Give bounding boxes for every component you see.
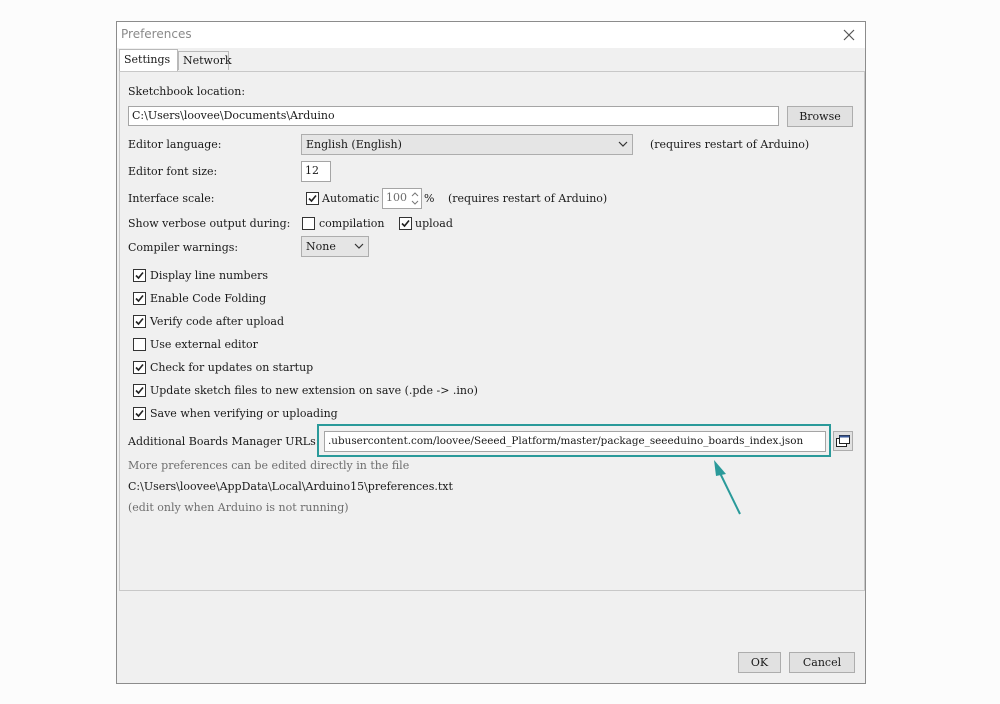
tab-bar: Settings Network [117,49,865,71]
close-icon[interactable] [839,25,859,45]
compiler-warnings-select[interactable]: None [301,236,369,257]
verify-code-label: Verify code after upload [150,315,285,328]
interface-scale-note: (requires restart of Arduino) [448,192,608,205]
cancel-button[interactable]: Cancel [789,652,855,673]
upload-checkbox[interactable] [399,217,412,230]
chevron-down-icon [354,237,364,262]
update-sketch-files-label: Update sketch files to new extension on … [150,384,478,397]
verify-code-checkbox[interactable] [133,315,146,328]
update-sketch-files-checkbox[interactable] [133,384,146,397]
editor-font-size-label: Editor font size: [128,165,218,178]
window-title: Preferences [121,27,192,41]
upload-label: upload [415,217,453,230]
title-bar: Preferences [117,22,865,48]
compiler-warnings-value: None [306,240,336,253]
check-updates-label: Check for updates on startup [150,361,314,374]
preferences-window: Preferences Settings Network Sketchbook … [116,21,866,684]
use-external-editor-checkbox[interactable] [133,338,146,351]
automatic-checkbox[interactable] [306,192,319,205]
edit-note-text: (edit only when Arduino is not running) [128,501,349,514]
use-external-editor-label: Use external editor [150,338,258,351]
editor-language-note: (requires restart of Arduino) [650,138,810,151]
save-when-verifying-checkbox[interactable] [133,407,146,420]
compiler-warnings-label: Compiler warnings: [128,241,239,254]
interface-scale-label: Interface scale: [128,192,215,205]
editor-font-size-input[interactable]: 12 [301,161,331,182]
preferences-path-text: C:\Users\loovee\AppData\Local\Arduino15\… [128,480,453,493]
enable-code-folding-label: Enable Code Folding [150,292,267,305]
compilation-label: compilation [319,217,385,230]
sketchbook-path-input[interactable]: C:\Users\loovee\Documents\Arduino [128,106,779,126]
compilation-checkbox[interactable] [302,217,315,230]
enable-code-folding-checkbox[interactable] [133,292,146,305]
sketchbook-label: Sketchbook location: [128,85,246,98]
check-updates-checkbox[interactable] [133,361,146,374]
tab-network[interactable]: Network [178,51,232,70]
window-open-icon[interactable] [833,431,853,451]
editor-language-label: Editor language: [128,138,222,151]
ok-button[interactable]: OK [738,652,781,673]
tab-settings[interactable]: Settings [119,49,178,71]
spinner-arrows-icon[interactable] [409,189,421,208]
automatic-label: Automatic [322,192,380,205]
more-preferences-text: More preferences can be edited directly … [128,459,410,472]
interface-scale-unit: % [424,192,435,205]
chevron-down-icon [618,135,628,160]
display-line-numbers-checkbox[interactable] [133,269,146,282]
editor-language-value: English (English) [306,138,402,151]
display-line-numbers-label: Display line numbers [150,269,268,282]
browse-button[interactable]: Browse [787,106,853,127]
verbose-label: Show verbose output during: [128,217,291,230]
editor-language-select[interactable]: English (English) [301,134,633,155]
arrow-annotation-icon [705,455,750,520]
interface-scale-value: 100 [386,191,407,204]
save-when-verifying-label: Save when verifying or uploading [150,407,338,420]
url-highlight-box [317,424,831,457]
boards-manager-label: Additional Boards Manager URLs: [128,435,320,448]
